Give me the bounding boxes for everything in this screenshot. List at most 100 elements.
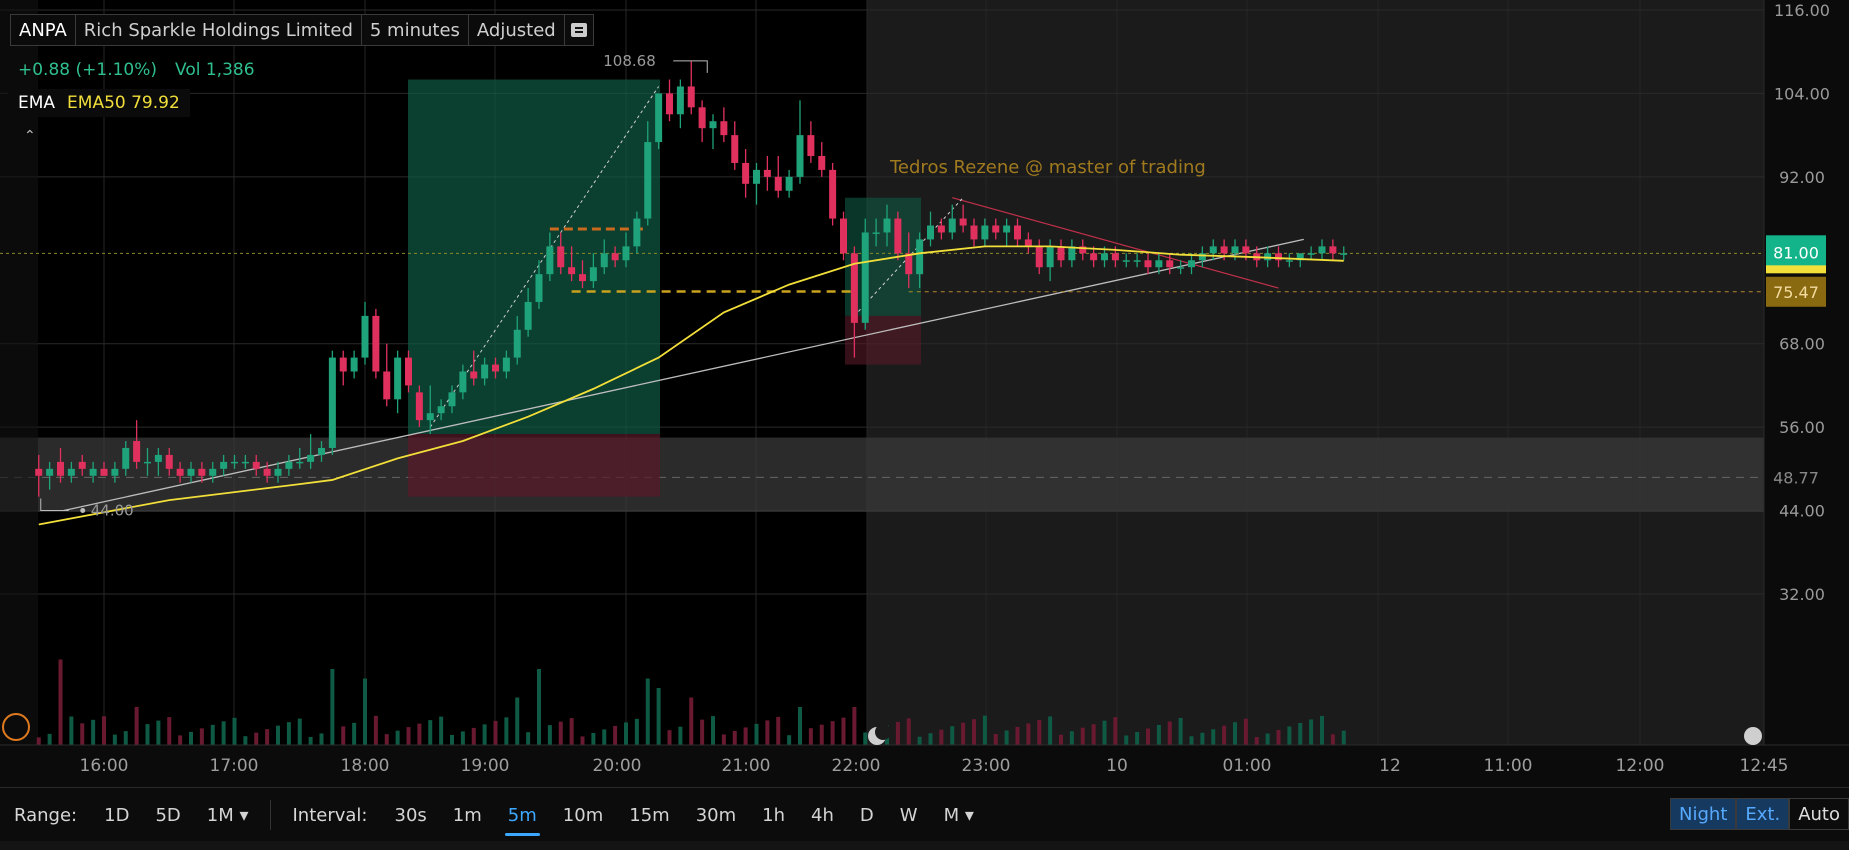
volume-bar bbox=[482, 724, 487, 745]
volume-bar bbox=[330, 669, 335, 745]
time-tick-label: 17:00 bbox=[210, 756, 259, 776]
volume-bar bbox=[460, 731, 465, 745]
volume-bar bbox=[123, 731, 128, 745]
volume-bar bbox=[1309, 719, 1314, 745]
time-tick-label: 01:00 bbox=[1223, 756, 1272, 776]
volume-bar bbox=[395, 730, 400, 745]
candle-body bbox=[296, 461, 304, 464]
interval-w[interactable]: W bbox=[887, 805, 931, 826]
volume-bar bbox=[1069, 731, 1074, 745]
interval-5m[interactable]: 5m bbox=[495, 805, 550, 836]
candle-body bbox=[1318, 246, 1326, 254]
candle-body bbox=[948, 218, 956, 233]
interval-10m[interactable]: 10m bbox=[550, 805, 616, 826]
range-1d[interactable]: 1D bbox=[91, 805, 142, 826]
candle-body bbox=[187, 468, 195, 476]
volume-bar bbox=[765, 720, 770, 745]
candle-body bbox=[426, 413, 434, 421]
volume-bar bbox=[134, 707, 139, 745]
volume-bar bbox=[569, 718, 574, 745]
volume-bar bbox=[145, 724, 150, 745]
volume-bar bbox=[776, 716, 781, 745]
interval-d[interactable]: D bbox=[847, 805, 887, 826]
interval-30m[interactable]: 30m bbox=[683, 805, 749, 826]
volume-bar bbox=[1026, 723, 1031, 745]
candle-body bbox=[307, 454, 315, 462]
candle-body bbox=[1166, 260, 1174, 268]
volume-bar bbox=[102, 716, 106, 745]
price-tick-label: 68.00 bbox=[1779, 335, 1825, 354]
volume-bar bbox=[471, 727, 476, 745]
menu-icon[interactable] bbox=[565, 15, 593, 45]
candle-body bbox=[111, 468, 119, 476]
volume-bar bbox=[667, 730, 672, 745]
interval-label: Interval: bbox=[292, 804, 368, 826]
volume-bar bbox=[265, 729, 270, 745]
symbol-header[interactable]: ANPA Rich Sparkle Holdings Limited 5 min… bbox=[10, 14, 594, 46]
candle-body bbox=[807, 135, 815, 156]
timeframe-label[interactable]: 5 minutes bbox=[362, 15, 469, 45]
candle-body bbox=[611, 253, 619, 261]
candle-body bbox=[1209, 246, 1217, 254]
night-session-button[interactable]: Night bbox=[1670, 798, 1737, 830]
candle-body bbox=[916, 239, 924, 275]
interval-30s[interactable]: 30s bbox=[382, 805, 440, 826]
range-5d[interactable]: 5D bbox=[142, 805, 193, 826]
volume-bar bbox=[547, 725, 552, 745]
candle-body bbox=[796, 135, 804, 177]
volume-bar bbox=[645, 678, 650, 745]
price-tick-label: 104.00 bbox=[1774, 84, 1830, 103]
last-price-label: 81.00 bbox=[1773, 243, 1819, 262]
collapse-chevron-icon[interactable]: ⌃ bbox=[24, 128, 36, 144]
price-chart[interactable]: 108.68 44.00 Tedros Rezene @ master of tra… bbox=[0, 0, 1849, 787]
adjustment-label[interactable]: Adjusted bbox=[469, 15, 565, 45]
symbol-label[interactable]: ANPA bbox=[11, 15, 76, 45]
candle-body bbox=[633, 218, 641, 247]
range-1m-dropdown[interactable]: 1M ▾ bbox=[194, 805, 262, 826]
time-tick-label: 18:00 bbox=[341, 756, 390, 776]
volume-bar bbox=[906, 718, 911, 745]
candle-body bbox=[350, 357, 358, 372]
volume-bar bbox=[1135, 731, 1140, 745]
candle-body bbox=[883, 218, 891, 233]
volume-bar bbox=[1080, 727, 1085, 745]
extended-session-button[interactable]: Ext. bbox=[1736, 798, 1790, 830]
volume-bar bbox=[1276, 729, 1281, 745]
interval-1m[interactable]: 1m bbox=[440, 805, 495, 826]
volume-bar bbox=[80, 723, 85, 745]
volume-bar bbox=[982, 715, 987, 745]
interval-4h[interactable]: 4h bbox=[798, 805, 847, 826]
volume-bar bbox=[221, 721, 226, 745]
volume-bar bbox=[352, 722, 357, 745]
candle-body bbox=[100, 468, 108, 476]
volume-bar bbox=[863, 732, 868, 745]
candle-body bbox=[981, 225, 989, 240]
candle-body bbox=[122, 447, 130, 469]
interval-1h[interactable]: 1h bbox=[749, 805, 798, 826]
auto-scale-button[interactable]: Auto bbox=[1789, 798, 1849, 830]
candle-body bbox=[328, 357, 336, 448]
volume-value: 1,386 bbox=[205, 60, 255, 80]
candle-body bbox=[383, 371, 391, 400]
volume-bar bbox=[493, 720, 498, 745]
candle-body bbox=[459, 371, 467, 393]
volume-bar bbox=[613, 725, 618, 745]
volume-bar bbox=[1113, 717, 1118, 745]
volume-bar bbox=[602, 729, 607, 745]
indicator-legend[interactable]: EMA EMA50 79.92 bbox=[8, 89, 190, 117]
volume-bar bbox=[743, 727, 748, 745]
volume-bar bbox=[950, 726, 955, 745]
interval-m-dropdown[interactable]: M ▾ bbox=[931, 805, 987, 826]
volume-bar bbox=[841, 717, 846, 745]
candle-body bbox=[579, 274, 586, 282]
volume-bar bbox=[895, 721, 900, 745]
volume-bar bbox=[450, 734, 454, 745]
candle-body bbox=[1275, 253, 1282, 261]
candle-body bbox=[1177, 267, 1185, 269]
interval-15m[interactable]: 15m bbox=[616, 805, 682, 826]
candle-body bbox=[1155, 260, 1163, 268]
volume-bar bbox=[624, 722, 628, 745]
volume-bar bbox=[91, 719, 96, 745]
volume-bar bbox=[1265, 733, 1270, 745]
volume-bar bbox=[504, 717, 509, 745]
